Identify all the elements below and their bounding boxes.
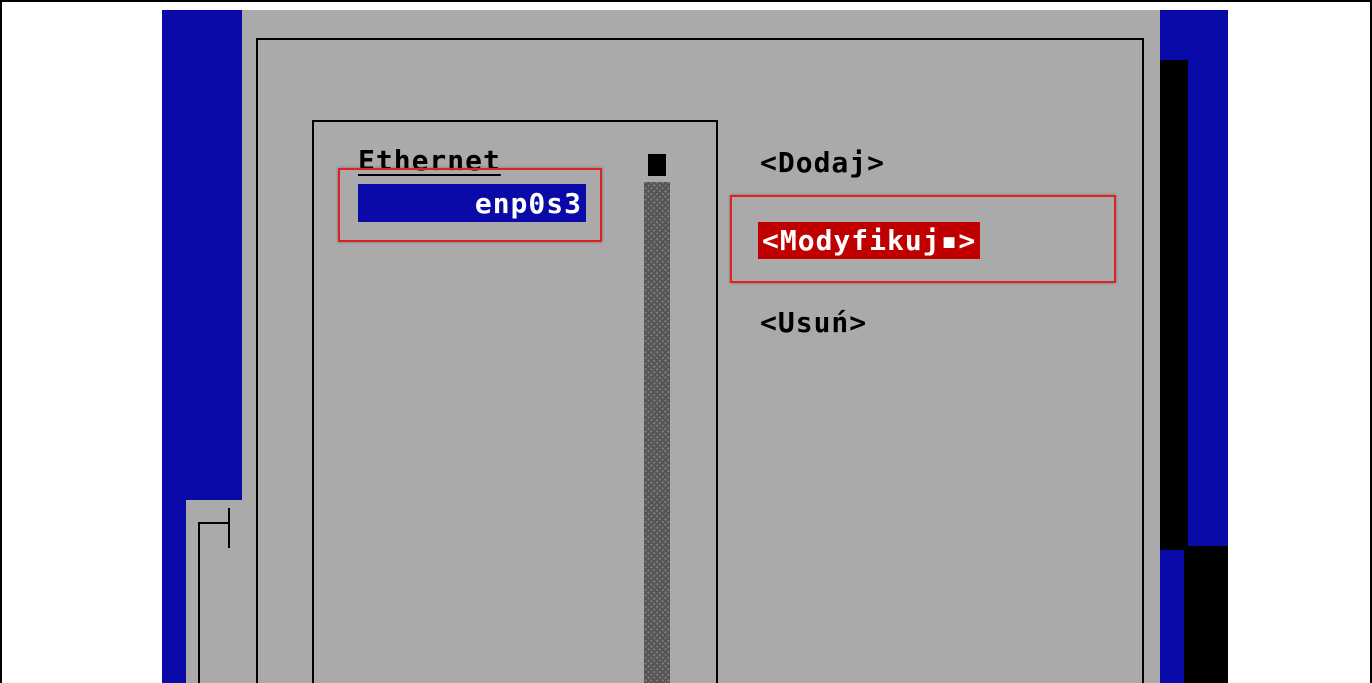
network-connections-dialog xyxy=(242,10,1160,683)
annotation-highlight-edit-button xyxy=(730,195,1116,283)
dialog-shadow-lower xyxy=(1184,546,1228,683)
dialog-border-left xyxy=(256,38,258,683)
list-border-left xyxy=(312,120,314,683)
list-scrollbar[interactable] xyxy=(644,182,670,683)
delete-button[interactable]: <Usuń> xyxy=(760,306,867,339)
background-window-edge xyxy=(228,508,230,548)
list-border-right xyxy=(716,120,718,683)
annotation-highlight-list-item xyxy=(338,168,602,242)
background-window xyxy=(186,500,246,683)
terminal-screen: Ethernet enp0s3 <Dodaj> <Modyfikuj▪> <Us… xyxy=(162,10,1228,683)
background-window-border-top xyxy=(198,522,228,524)
background-window-border xyxy=(198,522,200,683)
dialog-border-top xyxy=(256,38,1144,40)
add-button[interactable]: <Dodaj> xyxy=(760,146,885,179)
list-border-top xyxy=(312,120,718,122)
dialog-border-right xyxy=(1142,38,1144,683)
scrollbar-thumb-icon[interactable] xyxy=(648,154,666,176)
dialog-shadow xyxy=(1160,60,1188,550)
